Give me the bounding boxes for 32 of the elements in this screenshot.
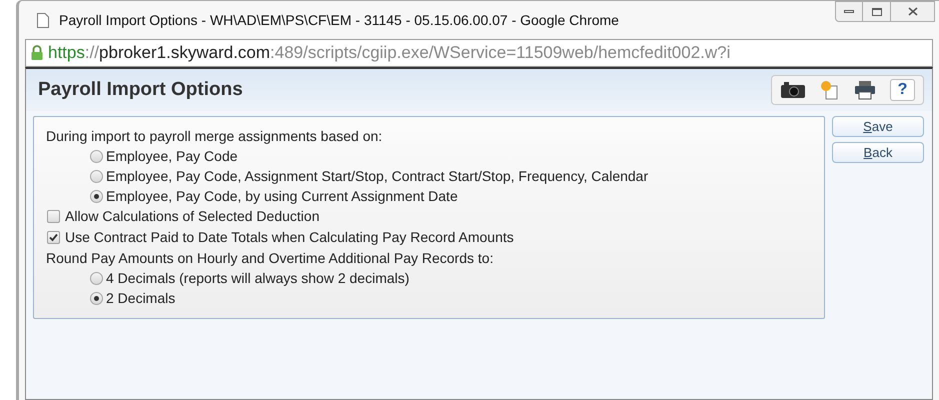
close-button[interactable] bbox=[891, 1, 935, 22]
radio-label: 2 Decimals bbox=[106, 288, 176, 308]
radio-label: Employee, Pay Code bbox=[106, 146, 238, 166]
radio-button[interactable] bbox=[90, 272, 103, 284]
page-icon bbox=[37, 12, 49, 28]
new-document-icon[interactable] bbox=[820, 80, 840, 100]
radio-button[interactable] bbox=[90, 190, 103, 202]
save-button[interactable]: Save bbox=[832, 116, 924, 137]
option-heading: During import to payroll merge assignments based on: bbox=[46, 126, 382, 146]
window-title: Payroll Import Options - WH\AD\EM\PS\CF\EM - 31145 - 05.15.06.00.07 - Google Chrome bbox=[59, 10, 619, 30]
address-bar[interactable]: https://pbroker1.skyward.com:489/scripts/cgiip.exe/WService=11509web/hemcfedit002.w?i bbox=[25, 39, 933, 67]
checkbox-label: Use Contract Paid to Date Totals when Calculating Pay Record Amounts bbox=[65, 228, 514, 247]
minimize-button[interactable] bbox=[835, 1, 863, 22]
lock-icon bbox=[30, 45, 44, 61]
radio-button[interactable] bbox=[90, 150, 103, 162]
printer-icon[interactable] bbox=[854, 80, 876, 100]
help-button[interactable]: ? bbox=[890, 79, 915, 101]
checkbox-label: Allow Calculations of Selected Deduction bbox=[65, 207, 320, 226]
camera-icon[interactable] bbox=[780, 81, 806, 99]
close-icon bbox=[908, 7, 918, 16]
checkbox[interactable] bbox=[47, 231, 60, 244]
option-heading: Round Pay Amounts on Hourly and Overtime Additional Pay Records to: bbox=[46, 248, 494, 268]
radio-button[interactable] bbox=[90, 170, 103, 182]
radio-label: Employee, Pay Code, by using Current Assignment Date bbox=[106, 186, 458, 206]
radio-button[interactable] bbox=[90, 292, 103, 304]
page-title: Payroll Import Options bbox=[38, 78, 243, 102]
radio-label: Employee, Pay Code, Assignment Start/Stop, Contract Start/Stop, Frequency, Calendar bbox=[106, 166, 648, 186]
back-button[interactable]: Back bbox=[832, 142, 924, 163]
checkbox[interactable] bbox=[47, 210, 60, 223]
url-text: https://pbroker1.skyward.com:489/scripts/cgiip.exe/WService=11509web/hemcfedit002.w?i bbox=[48, 42, 730, 64]
radio-label: 4 Decimals (reports will always show 2 decimals) bbox=[106, 268, 410, 288]
maximize-button[interactable] bbox=[863, 1, 891, 22]
